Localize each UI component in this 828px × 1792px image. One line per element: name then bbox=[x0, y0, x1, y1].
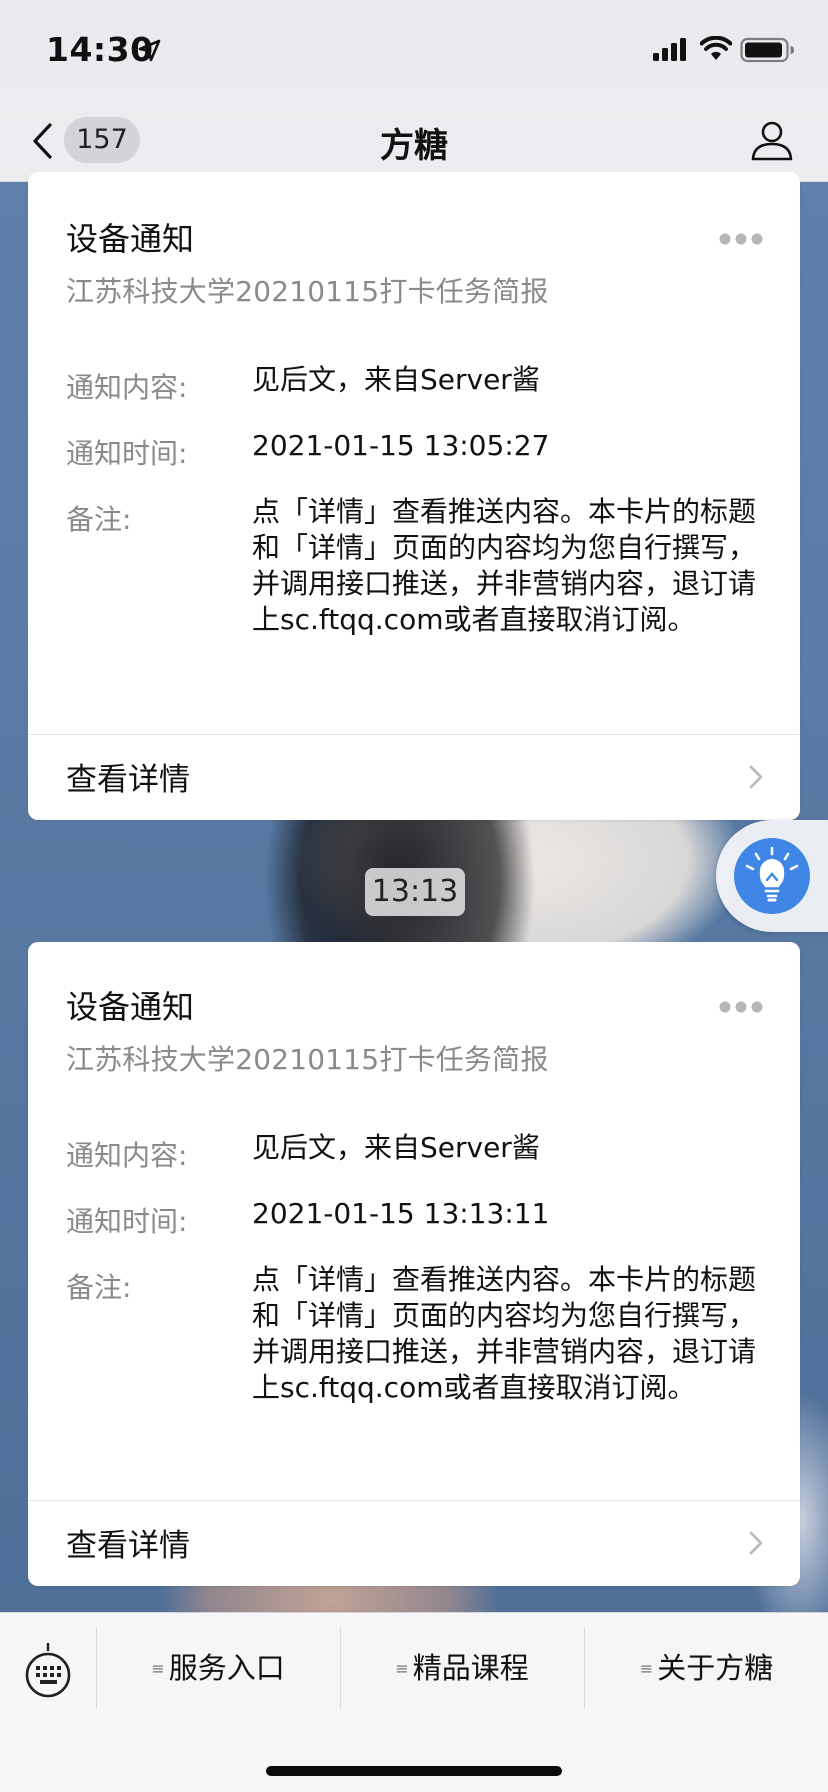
menu-item-courses[interactable]: ≡ 精品课程 bbox=[341, 1627, 583, 1709]
chevron-right-icon bbox=[749, 1531, 763, 1555]
timestamp-divider: 13:13 bbox=[365, 868, 465, 916]
card-title: 设备通知 bbox=[66, 220, 195, 258]
cellular-signal-icon bbox=[653, 38, 686, 61]
row-label: 备注: bbox=[66, 1271, 132, 1304]
row-label: 通知内容: bbox=[66, 371, 188, 404]
menu-lines-icon: ≡ bbox=[639, 1659, 654, 1678]
menu-item-service[interactable]: ≡ 服务入口 bbox=[97, 1627, 339, 1709]
lightbulb-icon bbox=[734, 838, 810, 914]
wifi-icon bbox=[700, 36, 732, 60]
notification-card: 设备通知 江苏科技大学20210115打卡任务简报 通知内容: 见后文，来自Se… bbox=[28, 172, 800, 820]
row-value: 2021-01-15 13:05:27 bbox=[252, 429, 550, 462]
keyboard-icon[interactable] bbox=[24, 1641, 72, 1701]
menu-item-label: 服务入口 bbox=[168, 1651, 285, 1685]
row-value: 点「详情」查看推送内容。本卡片的标题和「详情」页面的内容均为您自行撰写，并调用接… bbox=[252, 495, 757, 636]
row-label: 备注: bbox=[66, 503, 132, 536]
profile-icon[interactable] bbox=[750, 118, 794, 162]
chevron-right-icon bbox=[749, 765, 763, 789]
row-label: 通知时间: bbox=[66, 437, 188, 470]
top-bar: 14:30 157 方糖 bbox=[0, 0, 828, 182]
view-details-link[interactable]: 查看详情 bbox=[66, 754, 190, 799]
divider bbox=[28, 734, 800, 735]
row-label: 通知时间: bbox=[66, 1205, 188, 1238]
row-label: 通知内容: bbox=[66, 1139, 188, 1172]
notification-card: 设备通知 江苏科技大学20210115打卡任务简报 通知内容: 见后文，来自Se… bbox=[28, 942, 800, 1586]
bottom-menu-bar: ≡ 服务入口 ≡ 精品课程 ≡ 关于方糖 bbox=[0, 1612, 828, 1792]
divider bbox=[28, 1500, 800, 1501]
more-dots-icon[interactable] bbox=[718, 1000, 764, 1014]
row-value: 见后文，来自Server酱 bbox=[252, 363, 540, 396]
card-subtitle: 江苏科技大学20210115打卡任务简报 bbox=[66, 275, 549, 308]
row-value: 2021-01-15 13:13:11 bbox=[252, 1197, 550, 1230]
row-value: 见后文，来自Server酱 bbox=[252, 1131, 540, 1164]
location-arrow-icon bbox=[138, 39, 161, 62]
card-subtitle: 江苏科技大学20210115打卡任务简报 bbox=[66, 1043, 549, 1076]
row-value: 点「详情」查看推送内容。本卡片的标题和「详情」页面的内容均为您自行撰写，并调用接… bbox=[252, 1263, 757, 1404]
home-indicator bbox=[266, 1766, 562, 1776]
battery-icon bbox=[740, 37, 794, 63]
menu-lines-icon: ≡ bbox=[151, 1659, 165, 1678]
menu-item-label: 精品课程 bbox=[412, 1651, 529, 1685]
menu-lines-icon: ≡ bbox=[395, 1659, 409, 1678]
page-title: 方糖 bbox=[380, 126, 448, 166]
view-details-link[interactable]: 查看详情 bbox=[66, 1520, 190, 1565]
menu-item-label: 关于方糖 bbox=[657, 1651, 774, 1685]
more-dots-icon[interactable] bbox=[718, 232, 764, 246]
card-title: 设备通知 bbox=[66, 988, 195, 1026]
floating-assistant-button[interactable] bbox=[716, 820, 828, 932]
menu-item-about[interactable]: ≡ 关于方糖 bbox=[585, 1627, 828, 1709]
